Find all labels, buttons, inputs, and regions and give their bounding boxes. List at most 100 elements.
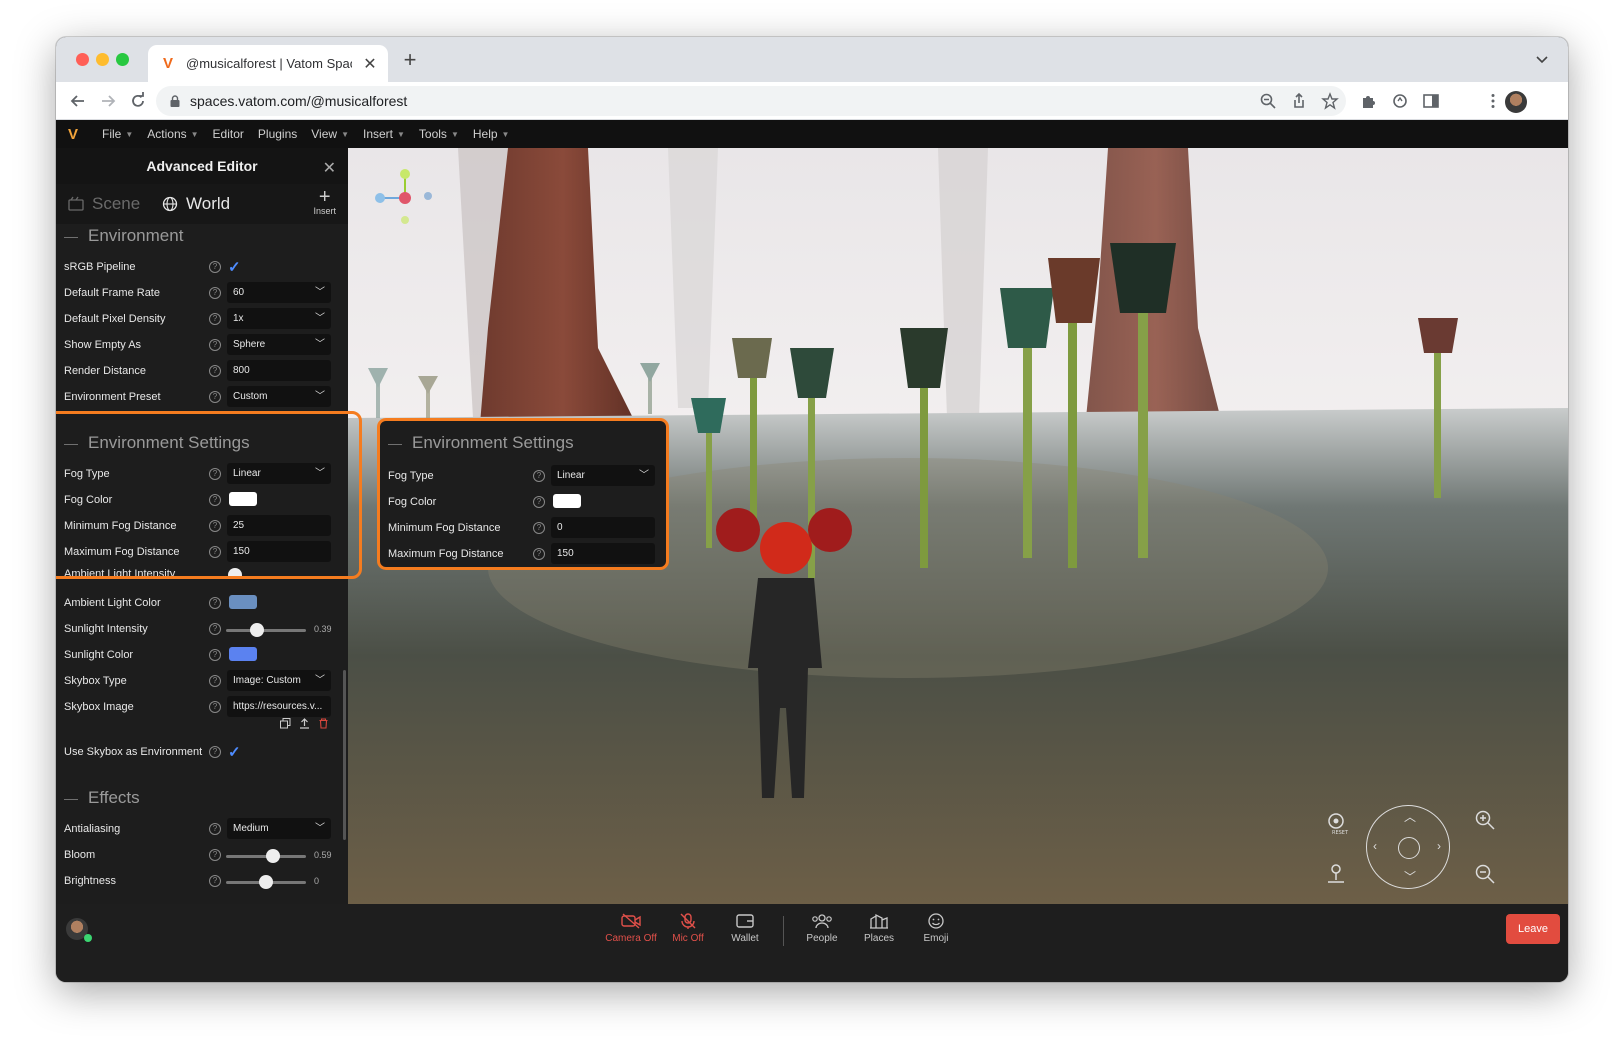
wallet-button[interactable]: Wallet [715,913,775,944]
extension-refresh-icon[interactable] [1391,92,1409,110]
help-icon[interactable]: ? [533,470,545,482]
menu-insert[interactable]: Insert ▼ [363,127,405,141]
emoji-button[interactable]: Emoji [906,913,966,944]
min-fog-distance-input[interactable]: 25 [227,515,331,536]
editor-close-icon[interactable]: ✕ [323,158,336,178]
vatom-logo[interactable]: V [58,126,88,143]
help-icon[interactable]: ? [209,261,221,273]
address-bar[interactable]: spaces.vatom.com/@musicalforest [156,86,1346,116]
forward-arrow-icon[interactable] [98,91,118,111]
chevron-up-icon[interactable]: ︿ [1404,808,1416,825]
menu-actions[interactable]: Actions ▼ [147,127,198,141]
chevron-left-icon[interactable]: ‹ [1373,839,1377,853]
sunlight-color-swatch[interactable] [229,647,257,661]
joystick-center[interactable] [1398,837,1420,859]
collapse-minus-icon[interactable]: — [64,228,78,244]
ambient-color-swatch[interactable] [229,595,257,609]
back-arrow-icon[interactable] [68,91,88,111]
max-fog-distance-input[interactable]: 150 [227,541,331,562]
menu-editor[interactable]: Editor [213,127,244,141]
tab-close-icon[interactable]: ✕ [362,54,378,74]
help-icon[interactable]: ? [209,287,221,299]
menu-help[interactable]: Help ▼ [473,127,510,141]
help-icon[interactable]: ? [533,496,545,508]
side-panel-icon[interactable] [1422,92,1440,110]
collapse-minus-icon[interactable]: — [388,435,402,451]
environment-preset-select[interactable]: Custom ﹀ [227,386,331,407]
min-fog-distance-input[interactable]: 0 [551,517,655,538]
fog-type-select[interactable]: Linear ﹀ [227,463,331,484]
max-fog-distance-input[interactable]: 150 [551,543,655,564]
avatar-pin-icon[interactable] [1322,860,1350,888]
help-icon[interactable]: ? [209,649,221,661]
show-empty-as-select[interactable]: Sphere ﹀ [227,334,331,355]
fog-type-select[interactable]: Linear ﹀ [551,465,655,486]
help-icon[interactable]: ? [209,546,221,558]
browser-tab[interactable]: V @musicalforest | Vatom Space ✕ [148,45,388,82]
extensions-puzzle-icon[interactable] [1360,92,1378,110]
fog-color-swatch[interactable] [553,494,581,508]
help-icon[interactable]: ? [209,875,221,887]
help-icon[interactable]: ? [533,548,545,560]
menu-tools[interactable]: Tools ▼ [419,127,459,141]
people-button[interactable]: People [792,913,852,944]
tab-world[interactable]: World [162,194,230,214]
help-icon[interactable]: ? [209,849,221,861]
use-skybox-checkbox[interactable]: ✓ [228,743,241,761]
help-icon[interactable]: ? [209,623,221,635]
fog-color-swatch[interactable] [229,492,257,506]
menu-plugins[interactable]: Plugins [258,127,297,141]
effects-section-header[interactable]: — Effects [64,788,140,808]
help-icon[interactable]: ? [209,468,221,480]
help-icon[interactable]: ? [533,522,545,534]
brightness-slider-thumb[interactable] [259,875,273,889]
render-distance-input[interactable]: 800 [227,360,331,381]
reload-icon[interactable] [128,91,148,111]
mic-off-button[interactable]: Mic Off [658,913,718,944]
new-tab-button[interactable]: + [400,49,420,71]
tab-scene[interactable]: Scene [68,194,140,214]
frame-rate-select[interactable]: 60 ﹀ [227,282,331,303]
environment-section-header[interactable]: — Environment [64,226,183,246]
profile-avatar[interactable] [1505,91,1527,113]
reset-view-icon[interactable] [1322,809,1350,837]
pixel-density-select[interactable]: 1x ﹀ [227,308,331,329]
chevron-right-icon[interactable]: › [1437,839,1441,853]
sunlight-slider-thumb[interactable] [250,623,265,637]
help-icon[interactable]: ? [209,746,221,758]
places-button[interactable]: Places [849,913,909,944]
collapse-minus-icon[interactable]: — [64,435,78,451]
zoom-in-icon[interactable] [1473,808,1497,832]
sunlight-slider-track[interactable] [226,629,306,632]
ambient-intensity-thumb[interactable] [228,568,242,576]
menu-file[interactable]: File ▼ [102,127,133,141]
trash-icon[interactable] [318,718,329,729]
callout-section-header[interactable]: — Environment Settings [388,433,574,453]
skybox-image-input[interactable]: https://resources.v... [227,696,331,717]
tab-search-chevron-icon[interactable] [1534,51,1550,67]
srgb-checkbox[interactable]: ✓ [228,258,241,276]
skybox-type-select[interactable]: Image: Custom ﹀ [227,670,331,691]
editor-scrollbar[interactable] [343,670,346,840]
axis-gizmo-icon[interactable] [368,168,438,238]
bookmark-star-icon[interactable] [1321,92,1339,110]
leave-button[interactable]: Leave [1506,914,1560,944]
help-icon[interactable]: ? [209,675,221,687]
close-window-button[interactable] [76,53,89,66]
camera-off-button[interactable]: Camera Off [601,913,661,944]
movement-joystick[interactable]: ︿ ﹀ ‹ › [1366,805,1450,889]
minimize-window-button[interactable] [96,53,109,66]
more-menu-icon[interactable] [1484,92,1502,110]
help-icon[interactable]: ? [209,597,221,609]
collapse-minus-icon[interactable]: — [64,790,78,806]
antialiasing-select[interactable]: Medium ﹀ [227,818,331,839]
zoom-out-icon[interactable] [1473,862,1497,886]
help-icon[interactable]: ? [209,823,221,835]
help-icon[interactable]: ? [209,520,221,532]
help-icon[interactable]: ? [209,313,221,325]
help-icon[interactable]: ? [209,365,221,377]
upload-icon[interactable] [299,718,310,729]
help-icon[interactable]: ? [209,391,221,403]
help-icon[interactable]: ? [209,339,221,351]
zoom-out-icon[interactable] [1259,92,1277,110]
